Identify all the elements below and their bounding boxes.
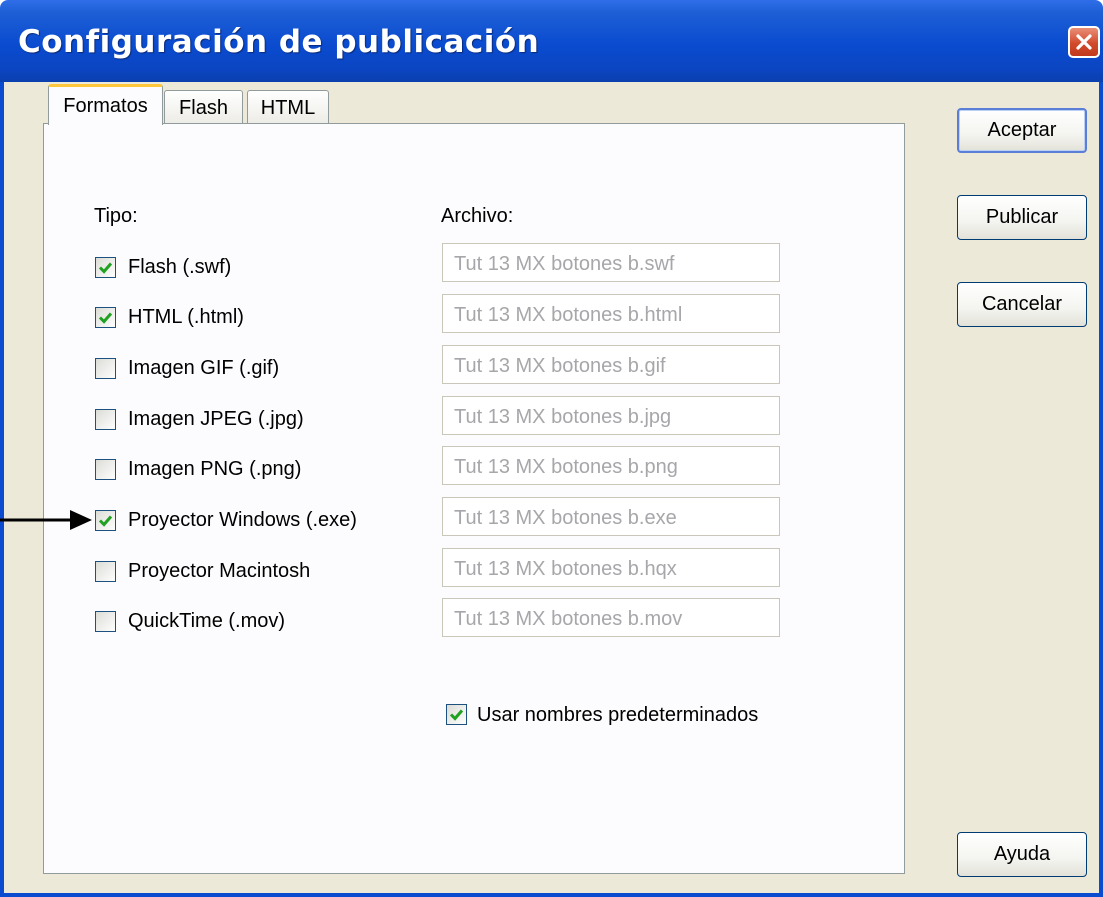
flash-checkbox[interactable] [95, 257, 116, 278]
button-label: Ayuda [993, 843, 1051, 865]
cancel-button[interactable]: Cancelar [957, 282, 1087, 327]
check-icon [98, 515, 113, 527]
title-bar[interactable]: Configuración de publicación [0, 0, 1103, 82]
quicktime-file-field[interactable]: Tut 13 MX botones b.mov [442, 598, 780, 637]
html-file-field[interactable]: Tut 13 MX botones b.html [442, 294, 780, 333]
arrow-right-icon [0, 510, 92, 530]
publish-settings-dialog: Configuración de publicación Formatos Fl… [0, 0, 1103, 897]
type-header: Tipo: [94, 205, 138, 227]
html-label[interactable]: HTML (.html) [128, 306, 244, 329]
jpeg-file-field[interactable]: Tut 13 MX botones b.jpg [442, 396, 780, 435]
check-icon [98, 312, 113, 324]
accept-button[interactable]: Aceptar [957, 108, 1087, 153]
check-icon [98, 262, 113, 274]
mac-projector-label[interactable]: Proyector Macintosh [128, 560, 310, 583]
publish-button[interactable]: Publicar [957, 195, 1087, 240]
button-label: Cancelar [981, 293, 1063, 315]
file-header: Archivo: [441, 205, 514, 227]
windows-projector-file-field[interactable]: Tut 13 MX botones b.exe [442, 497, 780, 536]
html-checkbox[interactable] [95, 307, 116, 328]
quicktime-label[interactable]: QuickTime (.mov) [128, 610, 285, 633]
windows-projector-label[interactable]: Proyector Windows (.exe) [128, 509, 357, 532]
quicktime-checkbox[interactable] [95, 611, 116, 632]
tab-label: HTML [260, 96, 316, 119]
flash-file-field[interactable]: Tut 13 MX botones b.swf [442, 243, 780, 282]
check-icon [449, 709, 464, 721]
png-checkbox[interactable] [95, 459, 116, 480]
window-title: Configuración de publicación [18, 24, 540, 60]
windows-projector-checkbox[interactable] [95, 510, 116, 531]
button-label: Publicar [985, 206, 1059, 228]
gif-label[interactable]: Imagen GIF (.gif) [128, 357, 279, 380]
tab-label: Flash [179, 96, 228, 119]
mac-projector-checkbox[interactable] [95, 561, 116, 582]
tab-flash[interactable]: Flash [164, 90, 243, 125]
tab-html[interactable]: HTML [247, 90, 329, 125]
tab-formats[interactable]: Formatos [48, 84, 163, 125]
button-label: Aceptar [987, 119, 1057, 141]
flash-label[interactable]: Flash (.swf) [128, 256, 231, 279]
gif-file-field[interactable]: Tut 13 MX botones b.gif [442, 345, 780, 384]
close-button[interactable] [1068, 26, 1100, 58]
gif-checkbox[interactable] [95, 358, 116, 379]
mac-projector-file-field[interactable]: Tut 13 MX botones b.hqx [442, 548, 780, 587]
jpeg-checkbox[interactable] [95, 409, 116, 430]
tab-label: Formatos [63, 94, 148, 117]
png-file-field[interactable]: Tut 13 MX botones b.png [442, 446, 780, 485]
close-icon [1076, 34, 1092, 50]
png-label[interactable]: Imagen PNG (.png) [128, 458, 301, 481]
default-names-checkbox[interactable] [446, 704, 467, 725]
help-button[interactable]: Ayuda [957, 832, 1087, 877]
jpeg-label[interactable]: Imagen JPEG (.jpg) [128, 408, 304, 431]
default-names-label[interactable]: Usar nombres predeterminados [477, 704, 758, 727]
